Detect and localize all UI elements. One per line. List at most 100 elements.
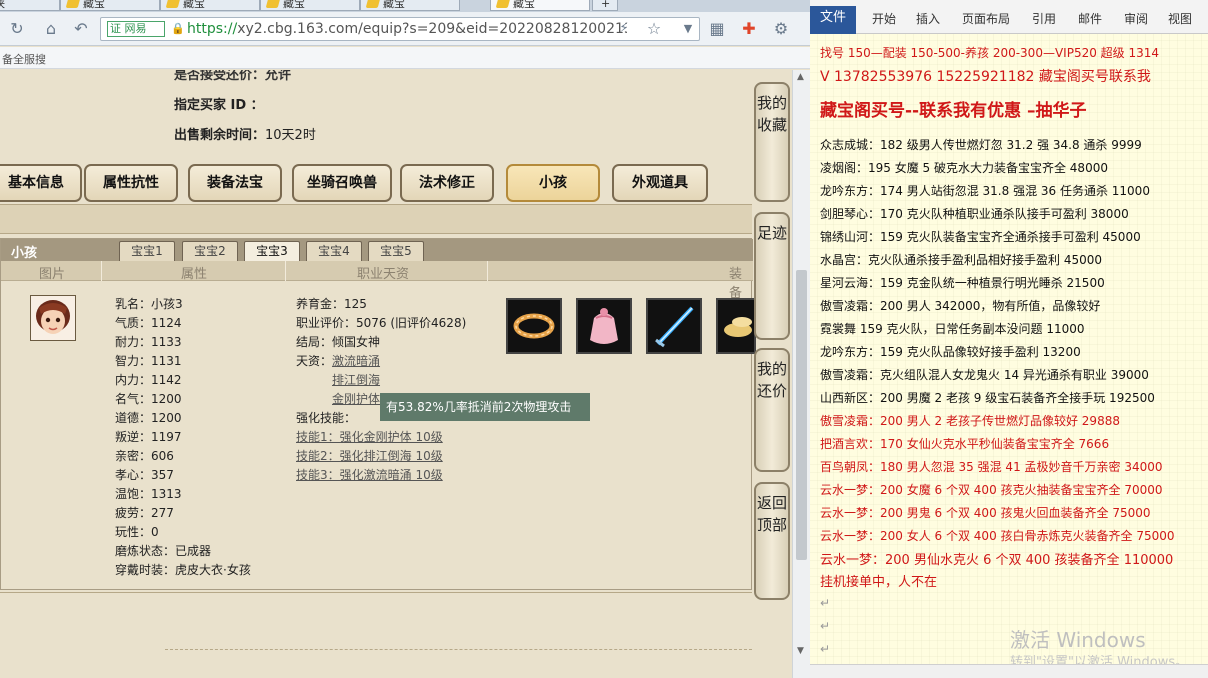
wrench-icon[interactable]: ⚙ — [770, 18, 792, 40]
new-tab-button[interactable]: + — [592, 0, 618, 11]
tab-children[interactable]: 小孩 — [506, 164, 600, 202]
browser-tab-active[interactable]: 藏宝 — [490, 0, 590, 11]
attr-fame: 名气：1200 — [115, 392, 182, 406]
panel-divider — [0, 592, 752, 593]
attr-fatigue: 疲劳：277 — [115, 506, 174, 520]
scrollbar-thumb[interactable] — [796, 270, 807, 560]
doc-line: 百鸟朝凤：180 男人忽混 35 强混 41 孟极妙音千万亲密 34000 — [820, 460, 1163, 474]
tab-basic-info[interactable]: 基本信息 — [0, 164, 82, 202]
column-headers: 图片 属性 职业天资 装备 — [1, 261, 753, 301]
divider-band — [0, 204, 752, 234]
browser-window: 大侠 藏宝 藏宝 藏宝 藏宝 藏宝 + ↻ ⌂ ↶ 证 网易 🔒 https:/… — [0, 0, 810, 678]
ribbon-insert-tab[interactable]: 插入 — [916, 10, 940, 27]
panel-title: 小孩 — [11, 246, 38, 261]
game-icon[interactable]: ✚ — [738, 18, 760, 40]
back-to-top-button[interactable]: 返回顶部 — [754, 482, 790, 600]
ribbon-file-tab[interactable]: 文件 — [810, 6, 856, 34]
ribbon-view-tab[interactable]: 视图 — [1168, 10, 1192, 27]
doc-line: 星河云海：159 克金队统一种植景行明光睡杀 21500 — [820, 276, 1105, 290]
doc-line: 云水一梦：200 男鬼 6 个双 400 孩鬼火回血装备齐全 75000 — [820, 506, 1151, 520]
cert-badge: 证 网易 — [107, 21, 165, 37]
favorites-item[interactable]: 备全服搜 — [2, 51, 46, 67]
page-icon — [495, 0, 511, 8]
tab-appearance[interactable]: 外观道具 — [612, 164, 708, 202]
back-icon[interactable]: ↶ — [70, 18, 92, 40]
browser-tab[interactable]: 藏宝 — [360, 0, 460, 11]
cut-off-line: 是否接受还价：允许 — [174, 70, 292, 83]
my-counteroffer-button[interactable]: 我的还价 — [754, 348, 790, 472]
document-body[interactable]: 找号 150—配装 150-500-养孩 200-300—VIP520 超级 1… — [810, 34, 1208, 664]
page-icon — [265, 0, 281, 8]
ribbon-layout-tab[interactable]: 页面布局 — [962, 10, 1010, 27]
equipment-slot-2[interactable] — [576, 298, 632, 354]
attr-name: 乳名：小孩3 — [115, 297, 183, 311]
equipment-slot-4[interactable] — [716, 298, 756, 354]
career-list: 养育金：125 职业评价：5076 (旧评价4628) 结局：倾国女神 天资：激… — [296, 295, 466, 485]
browser-tab[interactable]: 藏宝 — [260, 0, 360, 11]
tab-attributes[interactable]: 属性抗性 — [84, 164, 178, 202]
subtab-baby-2[interactable]: 宝宝2 — [182, 241, 238, 261]
doc-line: 云水一梦：200 女人 6 个双 400 孩白骨赤炼克火装备齐全 75000 — [820, 529, 1175, 543]
my-favorites-button[interactable]: 我的收藏 — [754, 82, 790, 202]
sword-icon — [655, 306, 694, 348]
career-evaluation: 职业评价：5076 (旧评价4628) — [296, 316, 467, 330]
refresh-icon[interactable]: ↻ — [6, 18, 28, 40]
favorites-bar: 备全服搜 — [0, 47, 810, 69]
doc-line: 傲雪凌霜：200 男人 2 老孩子传世燃灯品像较好 29888 — [820, 414, 1120, 428]
page-scrollbar[interactable]: ▲ ▼ — [792, 70, 810, 678]
subtab-baby-3[interactable]: 宝宝3 — [244, 241, 300, 261]
lightning-icon[interactable]: ⚡ — [613, 18, 635, 40]
equipment-slot-3[interactable] — [646, 298, 702, 354]
star-icon[interactable]: ☆ — [643, 18, 665, 40]
doc-line: 傲雪凌霜：200 男人 342000，物有所值，品像较好 — [820, 299, 1101, 313]
grid-icon[interactable]: ▦ — [706, 18, 728, 40]
browser-tab[interactable]: 藏宝 — [60, 0, 160, 11]
attr-temperament: 气质：1124 — [115, 316, 182, 330]
shoes-icon — [724, 317, 752, 337]
home-icon[interactable]: ⌂ — [40, 18, 62, 40]
attr-stamina: 耐力：1133 — [115, 335, 182, 349]
ribbon-references-tab[interactable]: 引用 — [1032, 10, 1056, 27]
subtab-baby-1[interactable]: 宝宝1 — [119, 241, 175, 261]
doc-line: 云水一梦：200 男仙水克火 6 个双 400 孩装备齐全 110000 — [820, 553, 1174, 568]
talent-link-1[interactable]: 激流暗涌 — [332, 354, 380, 368]
talent-link-3[interactable]: 金刚护体 — [332, 392, 380, 406]
paragraph-mark: ↵ — [820, 596, 831, 610]
browser-tab[interactable]: 藏宝 — [160, 0, 260, 11]
child-avatar — [30, 295, 76, 341]
doc-heading: 藏宝阁买号--联系我有优惠 –抽华子 — [820, 101, 1087, 121]
doc-line: 霓裳舞 159 克火队，日常任务副本没问题 11000 — [820, 322, 1085, 336]
browser-tab[interactable]: 大侠 — [0, 0, 60, 11]
doc-line: 凌烟阁：195 女魔 5 破克水大力装备宝宝齐全 48000 — [820, 161, 1108, 175]
doc-line: 云水一梦：200 女魔 6 个双 400 孩克火抽装备宝宝齐全 70000 — [820, 483, 1163, 497]
attr-morality: 道德：1200 — [115, 411, 182, 425]
wreath-icon — [513, 313, 555, 339]
dropdown-icon[interactable]: ▼ — [677, 18, 699, 40]
subtab-baby-4[interactable]: 宝宝4 — [306, 241, 362, 261]
ribbon-mailings-tab[interactable]: 邮件 — [1078, 10, 1102, 27]
skill-link-3[interactable]: 技能3：强化激流暗涌 10级 — [296, 466, 466, 485]
skill-link-2[interactable]: 技能2：强化排江倒海 10级 — [296, 447, 466, 466]
equipment-slot-1[interactable] — [506, 298, 562, 354]
attr-playfulness: 玩性：0 — [115, 525, 159, 539]
skill-link-1[interactable]: 技能1：强化金刚护体 10级 — [296, 428, 466, 447]
address-bar[interactable]: 证 网易 🔒 https://xy2.cbg.163.com/equip?s=2… — [100, 17, 700, 41]
url-text[interactable]: https://xy2.cbg.163.com/equip?s=209&eid=… — [187, 21, 627, 37]
tab-mounts[interactable]: 坐骑召唤兽 — [292, 164, 392, 202]
tab-equipment[interactable]: 装备法宝 — [188, 164, 282, 202]
lock-icon: 🔒 — [171, 22, 185, 35]
status-bar — [810, 664, 1208, 678]
page-content: 是否接受还价：允许 指定买家 ID ： 出售剩余时间：10天2时 基本信息 属性… — [0, 70, 792, 678]
footprints-button[interactable]: 足迹 — [754, 212, 790, 340]
tab-spells[interactable]: 法术修正 — [400, 164, 494, 202]
scroll-up-icon[interactable]: ▲ — [797, 72, 804, 82]
page-icon — [165, 0, 181, 8]
ribbon-home-tab[interactable]: 开始 — [872, 10, 896, 27]
ribbon-review-tab[interactable]: 审阅 — [1124, 10, 1148, 27]
doc-line: 傲雪凌霜：克火组队混人女龙鬼火 14 异光通杀有职业 39000 — [820, 368, 1149, 382]
talent-link-2[interactable]: 排江倒海 — [332, 373, 380, 387]
subtab-baby-5[interactable]: 宝宝5 — [368, 241, 424, 261]
attr-rebellion: 叛逆：1197 — [115, 430, 182, 444]
scroll-down-icon[interactable]: ▼ — [797, 646, 804, 656]
doc-line: 龙吟东方：174 男人站街忽混 31.8 强混 36 任务通杀 11000 — [820, 184, 1150, 198]
